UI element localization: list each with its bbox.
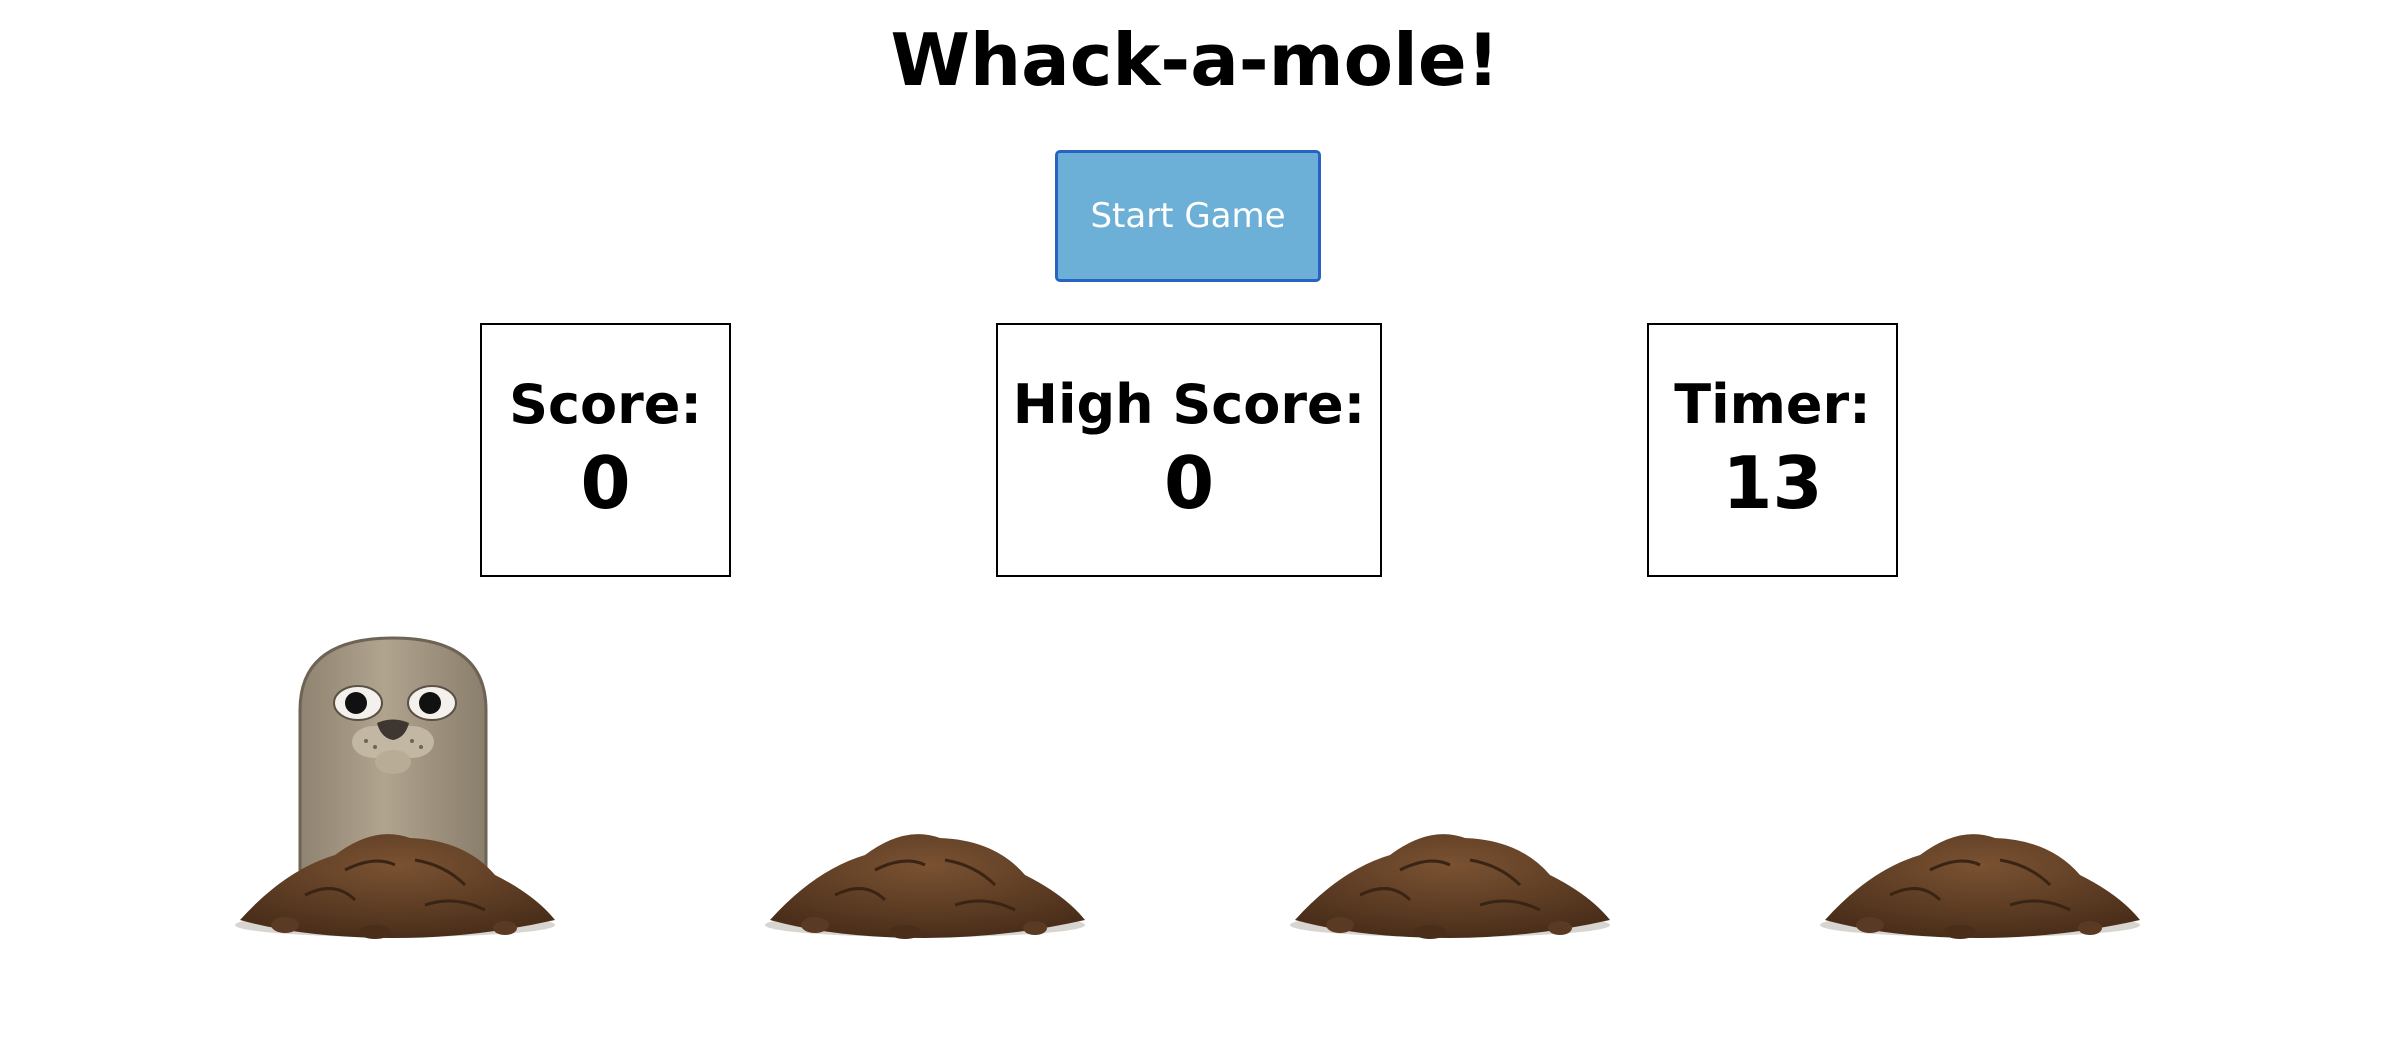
hole-1[interactable]	[225, 620, 565, 970]
dirt-mound-icon	[1290, 834, 1610, 939]
page-title: Whack-a-mole!	[890, 18, 1500, 102]
hole-2[interactable]	[755, 620, 1095, 970]
game-page: Whack-a-mole! Start Game Score: 0 High S…	[0, 0, 2390, 1040]
dirt-mound-icon	[235, 834, 555, 939]
timer-value: 13	[1722, 441, 1823, 525]
dirt-mound-icon	[765, 834, 1085, 939]
score-panel: Score: 0	[480, 323, 731, 577]
high-score-value: 0	[1163, 441, 1215, 525]
hole-3[interactable]	[1280, 620, 1620, 970]
dirt-mound-icon	[1820, 834, 2140, 939]
timer-label: Timer:	[1674, 373, 1871, 436]
score-value: 0	[580, 441, 631, 525]
hole-4[interactable]	[1810, 620, 2150, 970]
timer-panel: Timer: 13	[1647, 323, 1898, 577]
high-score-panel: High Score: 0	[996, 323, 1382, 577]
high-score-label: High Score:	[1012, 373, 1366, 436]
score-label: Score:	[509, 373, 702, 436]
start-game-button[interactable]: Start Game	[1055, 150, 1321, 282]
